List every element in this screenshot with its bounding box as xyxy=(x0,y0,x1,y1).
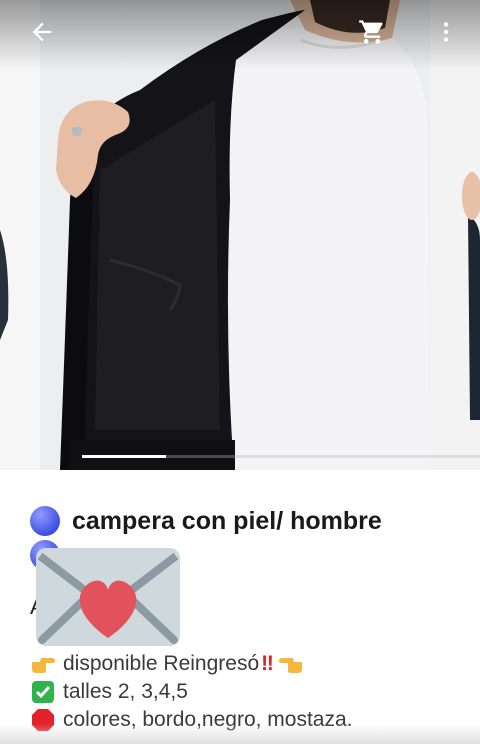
title-row: campera con piel/ hombre xyxy=(30,506,382,536)
product-image-carousel[interactable] xyxy=(0,0,480,470)
product-photo xyxy=(0,0,480,470)
more-vert-icon xyxy=(443,22,449,42)
love-letter-icon xyxy=(36,548,180,646)
pointing-right-icon xyxy=(30,652,56,676)
shopping-cart-icon xyxy=(359,20,383,44)
availability-line: disponible Reingresó ‼ xyxy=(30,652,311,676)
blue-circle-icon xyxy=(30,506,60,536)
app-bar xyxy=(0,0,480,70)
check-mark-icon xyxy=(30,680,56,704)
product-title: campera con piel/ hombre xyxy=(72,506,382,535)
pointing-left-icon xyxy=(278,652,304,676)
sizes-text: talles 2, 3,4,5 xyxy=(63,680,188,703)
sizes-line: talles 2, 3,4,5 xyxy=(30,680,188,704)
cart-button[interactable] xyxy=(350,10,394,54)
arrow-left-icon xyxy=(32,22,52,42)
scroll-fade xyxy=(0,724,480,744)
availability-text: disponible Reingresó xyxy=(63,652,260,675)
back-button[interactable] xyxy=(20,10,64,54)
more-options-button[interactable] xyxy=(424,10,468,54)
carousel-indicator-active xyxy=(82,455,166,458)
product-description: campera con piel/ hombre A disponible Re… xyxy=(0,470,480,744)
double-exclamation-icon: ‼ xyxy=(261,652,274,675)
